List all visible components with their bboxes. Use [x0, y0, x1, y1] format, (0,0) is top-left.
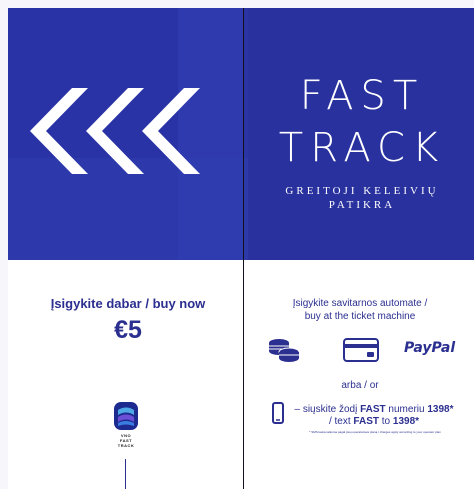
machine-line: buy at the ticket machine	[304, 311, 416, 322]
sms-number: 1398*	[427, 404, 454, 415]
center-divider	[243, 8, 244, 260]
sms-text-part: to	[378, 416, 393, 427]
or-label: arba / or	[341, 380, 379, 391]
title-line: TRACK	[278, 125, 446, 171]
sms-keyword: FAST	[360, 404, 386, 415]
lower-area	[8, 260, 474, 489]
app-name: VNO FAST TRACK	[96, 433, 156, 448]
chevrons-left-icon	[30, 88, 200, 174]
sms-text-part: – siųskite žodį	[294, 404, 361, 415]
phone-icon	[272, 402, 284, 424]
price: €5	[114, 316, 142, 344]
poster: FAST TRACK GREITOJI KELEIVIŲ PATIKRA Įsi…	[0, 0, 474, 489]
sms-instructions: – siųskite žodį FAST numeriu 1398* / tex…	[284, 404, 464, 428]
app-line	[125, 459, 126, 489]
sms-text-part: numeriu	[385, 404, 428, 415]
app-logo-icon	[114, 402, 138, 430]
title-line: FAST	[299, 73, 425, 119]
subtitle-line: GREITOJI KELEIVIŲ	[285, 185, 439, 197]
ticket-machine-text: Įsigykite savitarnos automate / buy at t…	[250, 297, 470, 323]
sms-line: / text FAST to 1398*	[284, 416, 464, 428]
sms-text-part: / text	[328, 416, 354, 427]
sms-keyword: FAST	[353, 416, 379, 427]
fast-track-subtitle: GREITOJI KELEIVIŲ PATIKRA	[250, 184, 474, 212]
app-name-line: TRACK	[117, 443, 135, 448]
coins-icon	[269, 339, 300, 362]
fine-print: * SMS kaina taikoma pagal jūsų operatori…	[309, 430, 441, 434]
center-divider	[243, 260, 244, 489]
subtitle-line: PATIKRA	[328, 199, 396, 211]
sms-line: – siųskite žodį FAST numeriu 1398*	[284, 404, 464, 416]
fast-track-title: FAST TRACK	[250, 70, 474, 174]
paypal-logo: PayPal	[404, 340, 456, 356]
machine-line: Įsigykite savitarnos automate /	[292, 298, 428, 309]
card-icon	[343, 338, 379, 362]
buy-now-label: Įsigykite dabar / buy now	[50, 296, 206, 311]
sms-number: 1398*	[392, 416, 420, 427]
